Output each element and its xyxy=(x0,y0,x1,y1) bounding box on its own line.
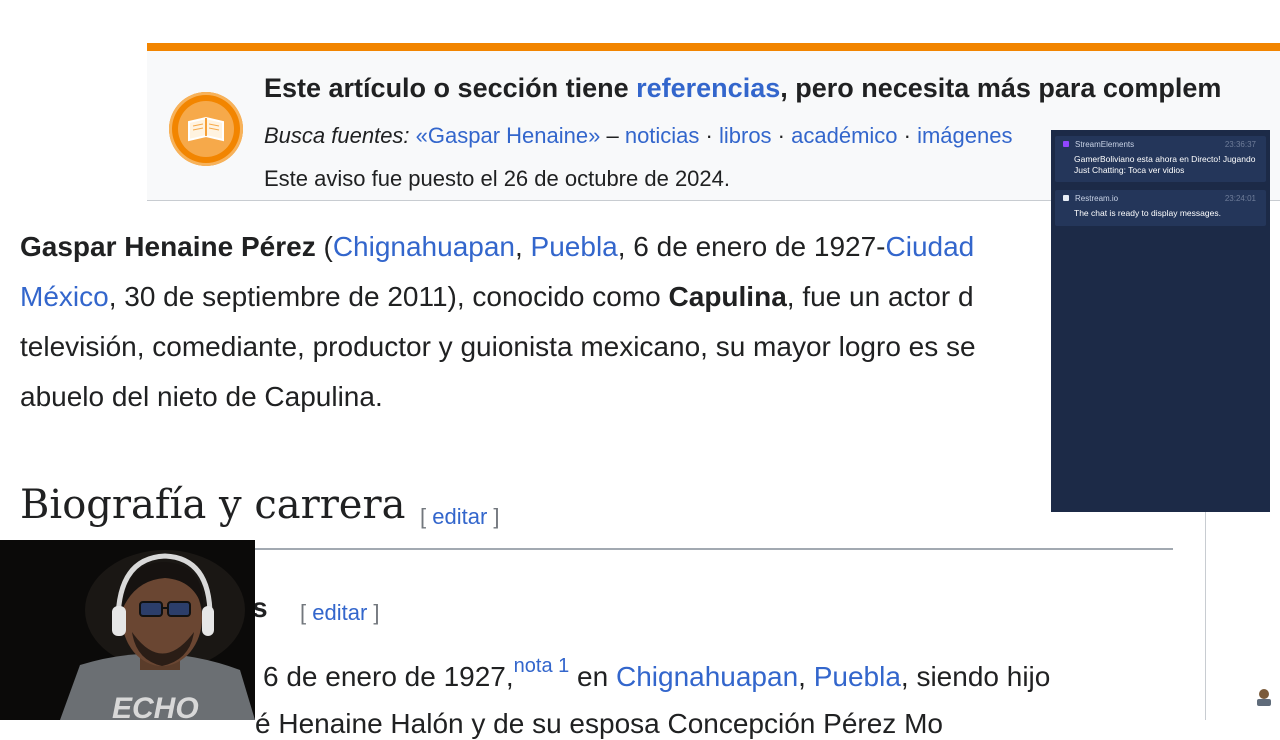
book-icon xyxy=(169,92,243,166)
stream-chat-overlay: StreamElements 23:36:37 GamerBoliviano e… xyxy=(1051,130,1270,512)
search-query-link[interactable]: «Gaspar Henaine» xyxy=(416,123,601,148)
restream-icon xyxy=(1063,195,1069,201)
text: 6 de enero de 1927, xyxy=(263,661,514,692)
text: , fue un actor d xyxy=(786,281,974,312)
chat-message-text: The chat is ready to display messages. xyxy=(1074,208,1221,218)
footnote-link[interactable]: nota 1 xyxy=(514,655,570,677)
notice-title-text-end: , pero necesita más para complem xyxy=(780,73,1222,103)
text: , siendo hijo xyxy=(900,661,1051,692)
notice-date: Este aviso fue puesto el 26 de octubre d… xyxy=(264,166,730,191)
link-puebla[interactable]: Puebla xyxy=(531,231,618,262)
link-mexico[interactable]: México xyxy=(20,281,109,312)
edit-subsection-link[interactable]: editar xyxy=(312,600,367,625)
subsection-edit: [ editar ] xyxy=(300,600,380,626)
source-link-books[interactable]: libros xyxy=(719,123,772,148)
chat-message-time: 23:36:37 xyxy=(1224,140,1256,149)
notice-title-text: Este artículo o sección tiene xyxy=(264,73,637,103)
chat-message: Restream.io 23:24:01 The chat is ready t… xyxy=(1055,190,1266,226)
text: ( xyxy=(315,231,333,262)
find-sources-label: Busca fuentes: xyxy=(264,123,410,148)
separator: · xyxy=(771,123,792,148)
bracket: ] xyxy=(367,600,380,625)
webcam-feed: ECHO xyxy=(0,540,255,720)
lead-line-3: televisión, comediante, productor y guio… xyxy=(20,331,976,362)
text: , 30 de septiembre de 2011), conocido co… xyxy=(108,281,669,312)
source-link-images[interactable]: imágenes xyxy=(917,123,1012,148)
lead-line-4: abuelo del nieto de Capulina. xyxy=(20,381,383,412)
notice-references-link[interactable]: referencias xyxy=(636,73,780,103)
streamer-image: ECHO xyxy=(0,540,255,720)
text: , xyxy=(514,231,531,262)
chat-message-source: StreamElements xyxy=(1075,140,1135,149)
dash: – xyxy=(600,123,625,148)
notice-title: Este artículo o sección tiene referencia… xyxy=(264,73,1221,104)
find-sources-line: Busca fuentes: «Gaspar Henaine» – notici… xyxy=(264,123,1012,149)
streamelements-icon xyxy=(1063,141,1069,147)
streamer-avatar-icon xyxy=(1254,687,1274,707)
bio-line: 6 de enero de 1927,nota 1 en Chignahuapa… xyxy=(263,655,1050,693)
section-edit: [ editar ] xyxy=(420,504,500,530)
chat-message: StreamElements 23:36:37 GamerBoliviano e… xyxy=(1055,136,1266,182)
link-chignahuapan-2[interactable]: Chignahuapan xyxy=(616,661,798,692)
chat-message-time: 23:24:01 xyxy=(1224,194,1256,203)
content-border xyxy=(1205,512,1206,720)
bracket: [ xyxy=(300,600,313,625)
nickname: Capulina xyxy=(668,281,787,312)
section-heading: Biografía y carrera xyxy=(20,482,406,528)
link-chignahuapan[interactable]: Chignahuapan xyxy=(333,231,515,262)
article-subject: Gaspar Henaine Pérez xyxy=(20,231,316,262)
source-link-news[interactable]: noticias xyxy=(625,123,700,148)
bracket: [ xyxy=(420,504,433,529)
shirt-print: ECHO xyxy=(112,692,199,720)
text: , 6 de enero de 1927- xyxy=(617,231,886,262)
separator: · xyxy=(897,123,918,148)
source-link-academic[interactable]: académico xyxy=(791,123,897,148)
chat-message-source: Restream.io xyxy=(1075,194,1119,203)
link-ciudad-de-mexico[interactable]: Ciudad xyxy=(886,231,975,262)
text: en xyxy=(569,661,616,692)
lead-paragraph: Gaspar Henaine Pérez (Chignahuapan, Pueb… xyxy=(20,222,1080,422)
bio-line-2: é Henaine Halón y de su esposa Concepció… xyxy=(255,708,943,739)
chat-message-text: GamerBoliviano esta ahora en Directo! Ju… xyxy=(1074,154,1256,175)
separator: · xyxy=(699,123,719,148)
edit-section-link[interactable]: editar xyxy=(432,504,487,529)
link-puebla-2[interactable]: Puebla xyxy=(814,661,901,692)
bracket: ] xyxy=(487,504,500,529)
text: , xyxy=(798,661,814,692)
